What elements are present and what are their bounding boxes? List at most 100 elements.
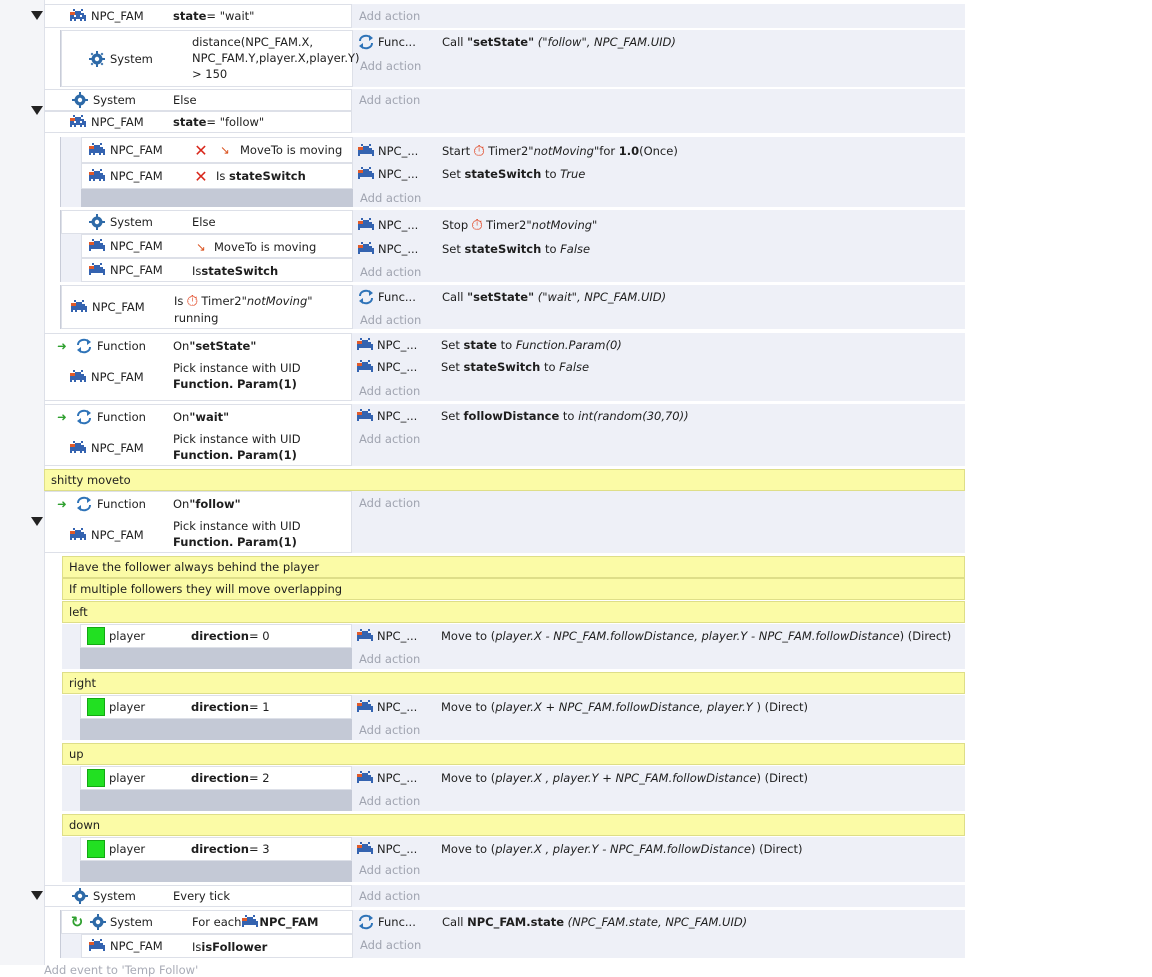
condition-block[interactable]: NPC_FAM Is ⏱ Timer2 "notMoving" running (61, 285, 353, 329)
condition-text[interactable]: ✕ ↘ MoveTo is moving (192, 138, 342, 162)
condition-object[interactable]: ➜ Function (45, 492, 167, 516)
condition-block[interactable]: System Else (44, 89, 352, 111)
condition-object[interactable]: NPC_FAM (62, 286, 170, 328)
action-row[interactable]: NPC_... Stop ⏱ Timer2 "notMoving" (357, 214, 597, 236)
condition-text[interactable]: direction = 0 (191, 625, 270, 647)
collapse-toggle-icon[interactable] (31, 11, 43, 20)
condition-text[interactable]: direction = 1 (191, 696, 270, 718)
subevent-else-moving[interactable]: System Else NPC_FAM ↘ MoveTo is moving NP… (60, 210, 965, 282)
condition-object[interactable]: player (81, 767, 181, 789)
add-action-link[interactable]: Add action (359, 794, 420, 808)
add-action-link[interactable]: Add action (359, 9, 420, 23)
condition-text[interactable]: Every tick (173, 886, 230, 906)
condition-block[interactable]: ➜ Function On "setState" NPC_FAM Pick ins… (44, 333, 352, 401)
condition-object[interactable]: System (62, 31, 188, 86)
condition-text[interactable]: On "wait" (173, 405, 229, 429)
add-action-link[interactable]: Add action (360, 59, 421, 73)
add-action-link[interactable]: Add action (360, 265, 421, 279)
condition-object[interactable]: NPC_FAM (45, 520, 167, 550)
subevent-direction-right[interactable]: player direction = 1 NPC_... Move to (pl… (62, 695, 965, 740)
action-row[interactable]: NPC_... Move to (player.X , player.Y + N… (356, 767, 808, 789)
condition-block[interactable]: player direction = 3 (80, 837, 352, 861)
action-row[interactable]: NPC_... Set stateSwitch to False (356, 356, 589, 378)
condition-block[interactable]: ➜ Function On "wait" NPC_FAM Pick instanc… (44, 404, 352, 466)
action-text[interactable]: Set stateSwitch to True (442, 167, 585, 181)
condition-object[interactable]: NPC_FAM (82, 259, 190, 281)
condition-text[interactable]: Else (173, 90, 197, 110)
condition-block[interactable]: ➜ Function On "follow" NPC_FAM Pick insta… (44, 491, 352, 553)
condition-text[interactable]: Is stateSwitch (192, 259, 278, 283)
condition-object[interactable]: NPC_FAM (82, 235, 190, 257)
condition-text[interactable]: distance(NPC_FAM.X, NPC_FAM.Y,player.X,p… (192, 34, 360, 82)
add-action-link[interactable]: Add action (360, 938, 421, 952)
condition-block[interactable]: NPC_FAM Is isFollower (81, 934, 353, 958)
action-row[interactable]: Func... Call NPC_FAM.state (NPC_FAM.stat… (357, 911, 747, 933)
add-action-link[interactable]: Add action (359, 496, 420, 510)
action-text[interactable]: Move to (player.X , player.Y + NPC_FAM.f… (441, 771, 808, 785)
subevent-direction-left[interactable]: player direction = 0 NPC_... Move to (pl… (62, 624, 965, 669)
condition-object[interactable]: System (62, 211, 188, 233)
action-text[interactable]: Set followDistance to int(random(30,70)) (441, 409, 689, 423)
subevent-distance[interactable]: System distance(NPC_FAM.X, NPC_FAM.Y,pla… (60, 30, 965, 87)
condition-object[interactable]: ↻ System (62, 911, 188, 933)
condition-block[interactable]: NPC_FAM ✕ Is stateSwitch (81, 163, 353, 189)
comment-block[interactable]: Have the follower always behind the play… (62, 556, 965, 578)
action-row[interactable]: NPC_... Start ⏱ Timer2 "notMoving" for 1.… (357, 140, 678, 162)
action-row[interactable]: NPC_... Set stateSwitch to False (357, 238, 590, 260)
comment-block[interactable]: If multiple followers they will move ove… (62, 578, 965, 600)
action-text[interactable]: Start ⏱ Timer2 "notMoving" for 1.0 (Once) (442, 142, 678, 160)
condition-block[interactable]: NPC_FAM state = "wait" (44, 4, 352, 28)
condition-text[interactable]: ↘ MoveTo is moving (192, 235, 316, 259)
action-text[interactable]: Call "setState" ("follow", NPC_FAM.UID) (442, 35, 676, 49)
add-action-link[interactable]: Add action (359, 93, 420, 107)
condition-text[interactable]: state = "wait" (173, 5, 254, 27)
action-text[interactable]: Set stateSwitch to False (441, 360, 589, 374)
condition-text[interactable]: On "setState" (173, 334, 256, 358)
condition-object[interactable]: NPC_FAM (82, 164, 190, 188)
function-follow[interactable]: ➜ Function On "follow" NPC_FAM Pick insta… (31, 491, 965, 553)
action-text[interactable]: Set state to Function.Param(0) (441, 338, 622, 352)
condition-text[interactable]: Pick instance with UID Function. Param(1… (173, 431, 351, 463)
comment-block[interactable]: right (62, 672, 965, 694)
condition-text[interactable]: direction = 2 (191, 767, 270, 789)
action-text[interactable]: Set stateSwitch to False (442, 242, 590, 256)
condition-object[interactable]: player (81, 838, 181, 860)
action-row[interactable]: NPC_... Set followDistance to int(random… (356, 405, 689, 427)
condition-block[interactable]: NPC_FAM Is stateSwitch (81, 258, 353, 282)
add-action-link[interactable]: Add action (359, 863, 420, 877)
action-row[interactable]: NPC_... Move to (player.X - NPC_FAM.foll… (356, 625, 951, 647)
condition-block[interactable]: player direction = 1 (80, 695, 352, 719)
add-action-link[interactable]: Add action (359, 432, 420, 446)
add-action-link[interactable]: Add action (359, 384, 420, 398)
comment-block[interactable]: shitty moveto (44, 469, 965, 491)
condition-block[interactable]: NPC_FAM ↘ MoveTo is moving (81, 234, 353, 258)
condition-object[interactable]: NPC_FAM (45, 362, 167, 392)
collapse-toggle-icon[interactable] (31, 891, 43, 900)
condition-text[interactable]: On "follow" (173, 492, 241, 516)
condition-text[interactable]: Pick instance with UID Function. Param(1… (173, 518, 351, 550)
function-wait[interactable]: ➜ Function On "wait" NPC_FAM Pick instanc… (44, 404, 965, 466)
action-text[interactable]: Call "setState" ("wait", NPC_FAM.UID) (442, 290, 666, 304)
condition-object[interactable]: NPC_FAM (45, 433, 167, 463)
add-action-link[interactable]: Add action (360, 191, 421, 205)
condition-block[interactable]: NPC_FAM ✕ ↘ MoveTo is moving (81, 137, 353, 163)
condition-text[interactable]: Is isFollower (192, 935, 267, 959)
subevent-for-each[interactable]: ↻ System For each NPC_FAM NPC_FAM Is isFo… (60, 910, 965, 958)
action-row[interactable]: NPC_... Set state to Function.Param(0) (356, 334, 622, 356)
add-action-link[interactable]: Add action (359, 723, 420, 737)
condition-object[interactable]: NPC_FAM (82, 138, 190, 162)
add-event-link[interactable]: Add event to 'Temp Follow' (44, 963, 198, 977)
condition-object[interactable]: player (81, 625, 181, 647)
action-row[interactable]: Func... Call "setState" ("follow", NPC_F… (357, 31, 676, 53)
condition-text[interactable]: For each NPC_FAM (192, 911, 318, 933)
condition-object[interactable]: NPC_FAM (45, 112, 167, 132)
action-text[interactable]: Move to (player.X , player.Y - NPC_FAM.f… (441, 842, 803, 856)
condition-object[interactable]: ➜ Function (45, 405, 167, 429)
condition-object[interactable]: NPC_FAM (82, 935, 190, 957)
event-state-wait[interactable]: NPC_FAM state = "wait" Add action (31, 4, 965, 28)
condition-object[interactable]: ➜ Function (45, 334, 167, 358)
collapse-toggle-icon[interactable] (31, 517, 43, 526)
condition-text[interactable]: ✕ Is stateSwitch (192, 164, 306, 188)
condition-block[interactable]: System Else (61, 210, 353, 234)
action-row[interactable]: NPC_... Move to (player.X , player.Y - N… (356, 838, 803, 860)
